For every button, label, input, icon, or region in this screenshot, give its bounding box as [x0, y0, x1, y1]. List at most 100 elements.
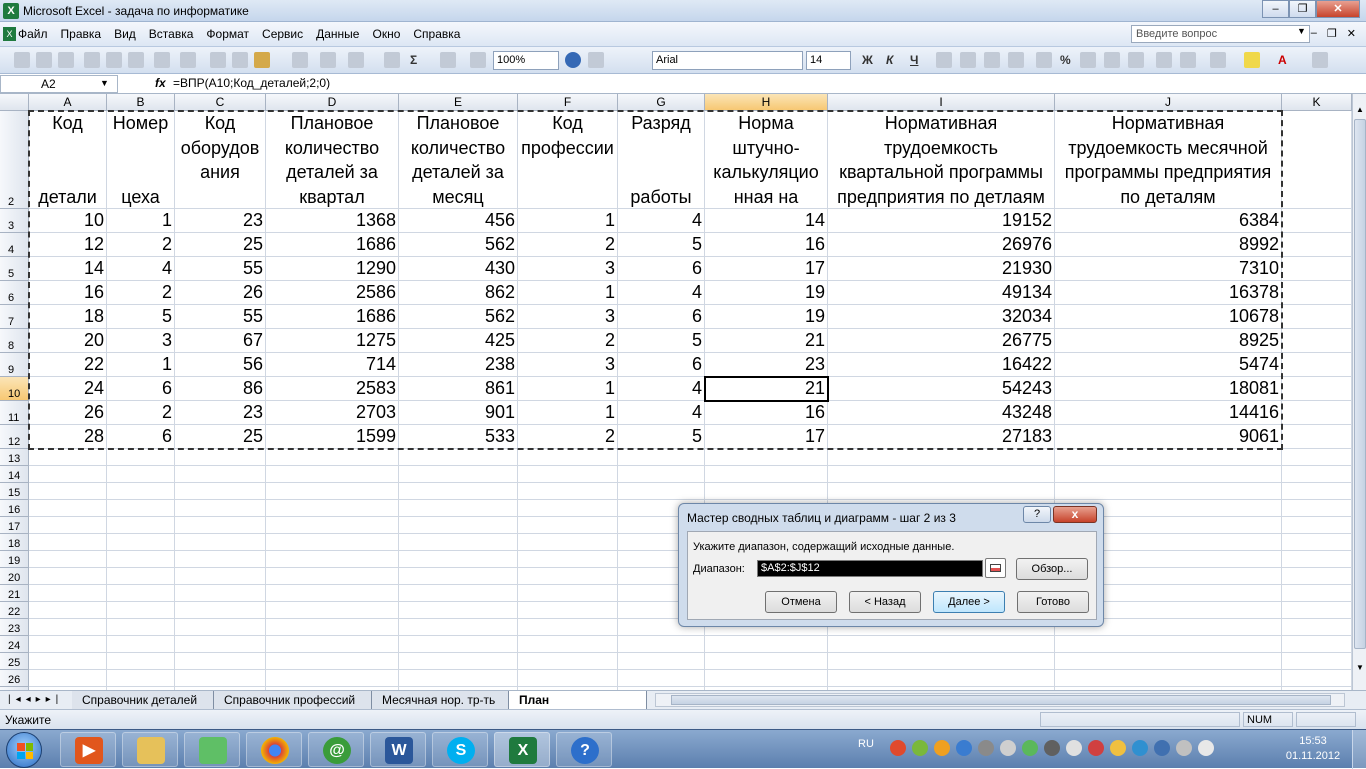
active-cell[interactable]	[704, 376, 829, 402]
data-cell[interactable]: 9061	[1055, 425, 1282, 449]
empty-cell[interactable]	[107, 466, 175, 483]
row-header[interactable]: 8	[0, 329, 29, 353]
empty-cell[interactable]	[399, 636, 518, 653]
header-cell[interactable]: Нормативная трудоемкость месячной программ…	[1055, 111, 1282, 209]
increase-decimal-icon[interactable]	[1104, 52, 1120, 68]
data-cell[interactable]: 16	[29, 281, 107, 305]
data-cell[interactable]: 24	[29, 377, 107, 401]
row-header[interactable]: 21	[0, 585, 29, 602]
collapse-dialog-button[interactable]	[985, 558, 1006, 578]
menu-item[interactable]: Вид	[114, 27, 136, 41]
menu-item[interactable]: Сервис	[262, 27, 303, 41]
data-cell[interactable]: 425	[399, 329, 518, 353]
empty-cell[interactable]	[107, 619, 175, 636]
data-cell[interactable]: 16	[705, 233, 828, 257]
empty-cell[interactable]	[1282, 551, 1352, 568]
empty-cell[interactable]	[1282, 517, 1352, 534]
data-cell[interactable]: 6	[107, 425, 175, 449]
data-cell[interactable]: 2703	[266, 401, 399, 425]
data-cell[interactable]: 1368	[266, 209, 399, 233]
scroll-down-icon[interactable]: ▼	[1354, 662, 1366, 674]
paste-icon[interactable]	[254, 52, 270, 68]
restore-button[interactable]: ❐	[1289, 0, 1316, 18]
row-header[interactable]: 13	[0, 449, 29, 466]
row-header[interactable]: 9	[0, 353, 29, 377]
header-cell[interactable]: Нормативная трудоемкость квартальной прогр…	[828, 111, 1055, 209]
empty-cell[interactable]	[705, 483, 828, 500]
zoom-select[interactable]: 100%	[493, 51, 559, 70]
menu-item[interactable]: Правка	[61, 27, 102, 41]
comma-style-icon[interactable]	[1080, 52, 1096, 68]
empty-cell[interactable]	[828, 653, 1055, 670]
data-cell[interactable]: 6384	[1055, 209, 1282, 233]
data-cell[interactable]: 562	[399, 233, 518, 257]
data-cell[interactable]: 2	[107, 401, 175, 425]
column-header[interactable]: E	[399, 94, 518, 111]
menu-item[interactable]: Формат	[206, 27, 249, 41]
increase-indent-icon[interactable]	[1180, 52, 1196, 68]
decrease-decimal-icon[interactable]	[1128, 52, 1144, 68]
empty-cell[interactable]	[1055, 636, 1282, 653]
data-cell[interactable]: 23	[175, 401, 266, 425]
name-box-dropdown-icon[interactable]: ▼	[100, 78, 109, 88]
empty-cell[interactable]	[399, 534, 518, 551]
help-icon[interactable]	[565, 52, 581, 68]
header-cell[interactable]: Плановое количество деталей за квартал	[266, 111, 399, 209]
data-cell[interactable]: 12	[29, 233, 107, 257]
empty-cell[interactable]	[518, 636, 618, 653]
borders-icon[interactable]	[1210, 52, 1226, 68]
permission-icon[interactable]	[84, 52, 100, 68]
column-header[interactable]: D	[266, 94, 399, 111]
browse-button[interactable]: Обзор...	[1016, 558, 1088, 580]
empty-cell[interactable]	[1282, 653, 1352, 670]
data-cell[interactable]: 21	[705, 329, 828, 353]
tray-icon-6[interactable]	[1000, 740, 1016, 756]
empty-cell[interactable]	[1282, 568, 1352, 585]
empty-cell[interactable]	[175, 449, 266, 466]
data-cell[interactable]: 26	[175, 281, 266, 305]
header-cell[interactable]: Код детали	[29, 111, 107, 209]
data-cell[interactable]: 25	[175, 425, 266, 449]
data-cell[interactable]: 2	[107, 233, 175, 257]
empty-cell[interactable]	[828, 636, 1055, 653]
column-header[interactable]: A	[29, 94, 107, 111]
data-cell[interactable]: 6	[107, 377, 175, 401]
empty-cell[interactable]	[266, 670, 399, 687]
taskbar-skype[interactable]: S	[432, 732, 488, 767]
empty-cell[interactable]	[29, 568, 107, 585]
tray-icon-12[interactable]	[1132, 740, 1148, 756]
data-cell[interactable]: 7310	[1055, 257, 1282, 281]
empty-cell[interactable]	[266, 534, 399, 551]
scroll-up-icon[interactable]: ▲	[1354, 104, 1366, 116]
vertical-scroll-thumb[interactable]	[1354, 119, 1366, 649]
empty-cell[interactable]	[399, 568, 518, 585]
tray-icon-7[interactable]	[1022, 740, 1038, 756]
empty-cell[interactable]	[107, 449, 175, 466]
data-cell[interactable]: 25	[175, 233, 266, 257]
data-cell[interactable]: 2	[107, 281, 175, 305]
empty-cell[interactable]	[29, 670, 107, 687]
header-cell[interactable]: Плановое количество деталей за месяц	[399, 111, 518, 209]
empty-cell[interactable]	[1282, 449, 1352, 466]
toolbar-options-icon[interactable]	[1312, 52, 1328, 68]
horizontal-scrollbar[interactable]	[655, 693, 1345, 707]
copy-icon[interactable]	[232, 52, 248, 68]
empty-cell[interactable]	[399, 670, 518, 687]
empty-cell[interactable]	[29, 585, 107, 602]
empty-cell[interactable]	[1282, 483, 1352, 500]
menu-item[interactable]: Вставка	[149, 27, 194, 41]
empty-cell[interactable]	[1282, 534, 1352, 551]
data-cell[interactable]: 18081	[1055, 377, 1282, 401]
empty-cell[interactable]	[618, 670, 705, 687]
row-header[interactable]: 17	[0, 517, 29, 534]
data-cell[interactable]: 714	[266, 353, 399, 377]
data-cell[interactable]: 1275	[266, 329, 399, 353]
data-cell[interactable]: 2	[518, 425, 618, 449]
header-cell[interactable]: Разряд работы	[618, 111, 705, 209]
tray-icon-4[interactable]	[956, 740, 972, 756]
data-cell[interactable]: 4	[618, 281, 705, 305]
system-clock[interactable]: 15:53 01.11.2012	[1283, 734, 1343, 764]
empty-cell[interactable]	[1282, 670, 1352, 687]
empty-cell[interactable]	[175, 466, 266, 483]
empty-cell[interactable]	[518, 602, 618, 619]
